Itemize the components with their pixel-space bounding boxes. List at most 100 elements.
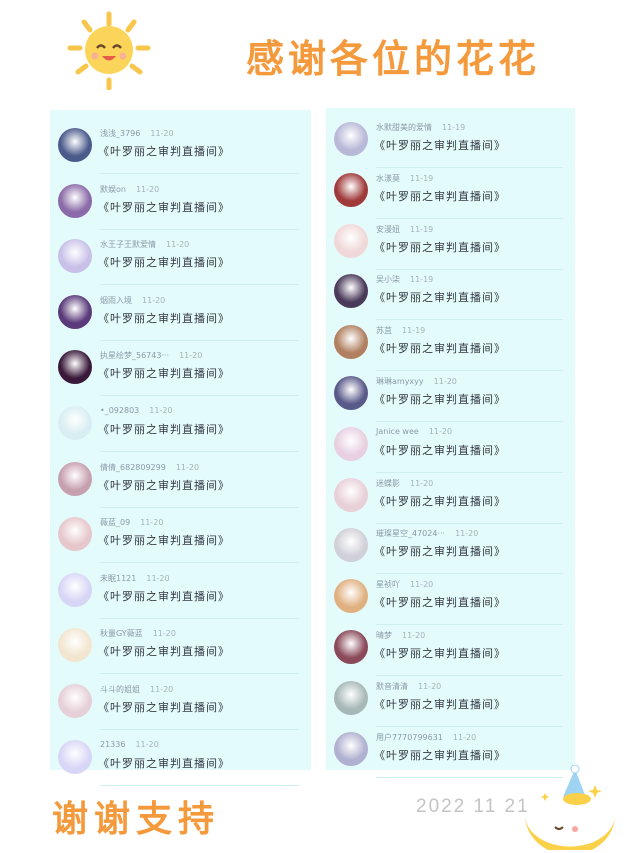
avatar[interactable] — [334, 223, 368, 258]
gift-message: 《叶罗丽之审判直播间》 — [98, 589, 230, 603]
timestamp: 11-19 — [410, 224, 434, 234]
timestamp: 11-20 — [135, 739, 159, 749]
avatar[interactable] — [58, 684, 92, 718]
avatar[interactable] — [58, 572, 92, 607]
gift-message: 《叶罗丽之审判直播间》 — [374, 494, 506, 508]
user-name[interactable]: 安漫妞 — [376, 225, 400, 234]
avatar[interactable] — [58, 128, 92, 162]
list-item[interactable]: 星祯吖 11-20 《叶罗丽之审判直播间》 — [326, 569, 575, 626]
timestamp: 11-20 — [175, 462, 200, 472]
avatar[interactable] — [334, 325, 368, 360]
user-name[interactable]: •_092803 — [100, 406, 139, 415]
gift-message: 《叶罗丽之审判直播间》 — [98, 256, 230, 270]
avatar[interactable] — [334, 731, 368, 766]
timestamp: 11-19 — [402, 326, 426, 336]
moon-sticker-icon — [525, 765, 615, 850]
timestamp: 11-20 — [140, 518, 164, 528]
timestamp: 11-20 — [428, 426, 453, 436]
user-name[interactable]: 烟雨入境 — [100, 296, 132, 305]
user-name[interactable]: 星祯吖 — [376, 580, 400, 589]
list-item[interactable]: 浅浅_3796 11-20 《叶罗丽之审判直播间》 — [50, 118, 311, 174]
list-item[interactable]: 琳琳amyxyy 11-20 《叶罗丽之审判直播间》 — [326, 366, 575, 422]
list-item[interactable]: 安漫妞 11-19 《叶罗丽之审判直播间》 — [326, 214, 575, 270]
avatar[interactable] — [334, 122, 368, 156]
avatar[interactable] — [334, 426, 368, 461]
list-item[interactable]: 苏苴 11-19 《叶罗丽之审判直播间》 — [326, 315, 575, 372]
user-name[interactable]: 水默甜美的爱情 — [376, 123, 432, 132]
avatar[interactable] — [58, 239, 92, 274]
list-item[interactable]: 吴小柒 11-19 《叶罗丽之审判直播间》 — [326, 264, 575, 321]
user-name[interactable]: 吴小柒 — [376, 275, 400, 284]
user-name[interactable]: 薇蓝_09 — [100, 518, 130, 527]
gift-message: 《叶罗丽之审判直播间》 — [374, 189, 506, 203]
user-name[interactable]: 苏苴 — [376, 326, 392, 335]
avatar[interactable] — [58, 183, 92, 218]
list-item[interactable]: Janice wee 11-20 《叶罗丽之审判直播间》 — [326, 417, 575, 473]
user-name[interactable]: 执星绘梦_56743··· — [100, 351, 169, 360]
timestamp: 11-20 — [150, 685, 174, 694]
user-name[interactable]: 迷蝶影 — [376, 479, 400, 488]
timestamp: 11-19 — [442, 123, 466, 132]
list-item[interactable]: 水默甜美的爱情 11-19 《叶罗丽之审判直播间》 — [326, 112, 575, 168]
user-name[interactable]: 秋量GY薇蓝 — [100, 629, 143, 638]
gift-message: 《叶罗丽之审判直播间》 — [374, 647, 506, 660]
avatar[interactable] — [58, 406, 92, 440]
gift-message: 《叶罗丽之审判直播间》 — [98, 478, 230, 492]
avatar[interactable] — [334, 630, 368, 664]
list-item[interactable]: 烟雨入境 11-20 《叶罗丽之审判直播间》 — [50, 285, 311, 341]
avatar[interactable] — [58, 461, 92, 496]
avatar[interactable] — [58, 517, 92, 552]
list-item[interactable]: 晴梦 11-20 《叶罗丽之审判直播间》 — [326, 620, 575, 676]
avatar[interactable] — [334, 274, 368, 309]
user-name[interactable]: 默音清清 — [376, 682, 408, 691]
user-name[interactable]: 用户7770799631 — [376, 733, 443, 742]
gift-message: 《叶罗丽之审判直播间》 — [98, 311, 230, 325]
user-name[interactable]: Janice wee — [376, 427, 419, 436]
avatar[interactable] — [334, 172, 368, 207]
user-name[interactable]: 水王子王默爱情 — [100, 240, 156, 249]
avatar[interactable] — [58, 350, 92, 385]
timestamp: 11-20 — [452, 732, 477, 742]
list-item[interactable]: 21336 11-20 《叶罗丽之审判直播间》 — [50, 730, 311, 786]
list-item[interactable]: 默娱on 11-20 《叶罗丽之审判直播间》 — [50, 174, 311, 230]
list-item[interactable]: 迷蝶影 11-20 《叶罗丽之审判直播间》 — [326, 468, 575, 524]
user-name[interactable]: 琳琳amyxyy — [376, 377, 424, 386]
user-name[interactable]: 未眠1121 — [100, 574, 136, 583]
list-item[interactable]: 水漾莫 11-19 《叶罗丽之审判直播间》 — [326, 163, 575, 219]
avatar[interactable] — [334, 376, 368, 410]
timestamp: 11-20 — [166, 240, 190, 250]
timestamp: 11-20 — [410, 580, 434, 590]
user-name[interactable]: 默娱on — [100, 185, 126, 194]
user-name[interactable]: 璀璨星空_47024··· — [376, 529, 445, 538]
avatar[interactable] — [334, 680, 368, 715]
avatar[interactable] — [334, 579, 368, 614]
gift-message: 《叶罗丽之审判直播间》 — [374, 748, 506, 762]
list-item[interactable]: 执星绘梦_56743··· 11-20 《叶罗丽之审判直播间》 — [50, 340, 311, 397]
user-name[interactable]: 晴梦 — [376, 631, 392, 640]
timestamp: 11-20 — [149, 406, 173, 415]
list-item[interactable]: 秋量GY薇蓝 11-20 《叶罗丽之审判直播间》 — [50, 618, 311, 675]
gift-message: 《叶罗丽之审判直播间》 — [98, 145, 230, 158]
list-item[interactable]: 倩倩_682809299 11-20 《叶罗丽之审判直播间》 — [50, 452, 311, 508]
list-item[interactable]: 水王子王默爱情 11-20 《叶罗丽之审判直播间》 — [50, 229, 311, 286]
list-item[interactable]: 默音清清 11-20 《叶罗丽之审判直播间》 — [326, 671, 575, 727]
user-name[interactable]: 浅浅_3796 — [100, 129, 140, 138]
gift-message: 《叶罗丽之审判直播间》 — [374, 342, 506, 356]
list-item[interactable]: 璀璨星空_47024··· 11-20 《叶罗丽之审判直播间》 — [326, 518, 575, 575]
avatar[interactable] — [58, 628, 92, 663]
user-name[interactable]: 21336 — [100, 740, 125, 749]
user-name[interactable]: 倩倩_682809299 — [100, 463, 166, 472]
list-item[interactable]: 未眠1121 11-20 《叶罗丽之审判直播间》 — [50, 563, 311, 619]
user-name[interactable]: 水漾莫 — [376, 174, 400, 183]
timestamp: 11-20 — [455, 529, 479, 539]
timestamp: 11-20 — [402, 631, 426, 640]
avatar[interactable] — [58, 294, 92, 329]
avatar[interactable] — [334, 477, 368, 512]
list-item[interactable]: 斗斗的姐姐 11-20 《叶罗丽之审判直播间》 — [50, 674, 311, 730]
list-item[interactable]: •_092803 11-20 《叶罗丽之审判直播间》 — [50, 396, 311, 452]
list-item[interactable]: 薇蓝_09 11-20 《叶罗丽之审判直播间》 — [50, 507, 311, 564]
avatar[interactable] — [58, 739, 92, 774]
gift-message: 《叶罗丽之审判直播间》 — [98, 756, 230, 770]
avatar[interactable] — [334, 528, 368, 563]
user-name[interactable]: 斗斗的姐姐 — [100, 685, 140, 694]
